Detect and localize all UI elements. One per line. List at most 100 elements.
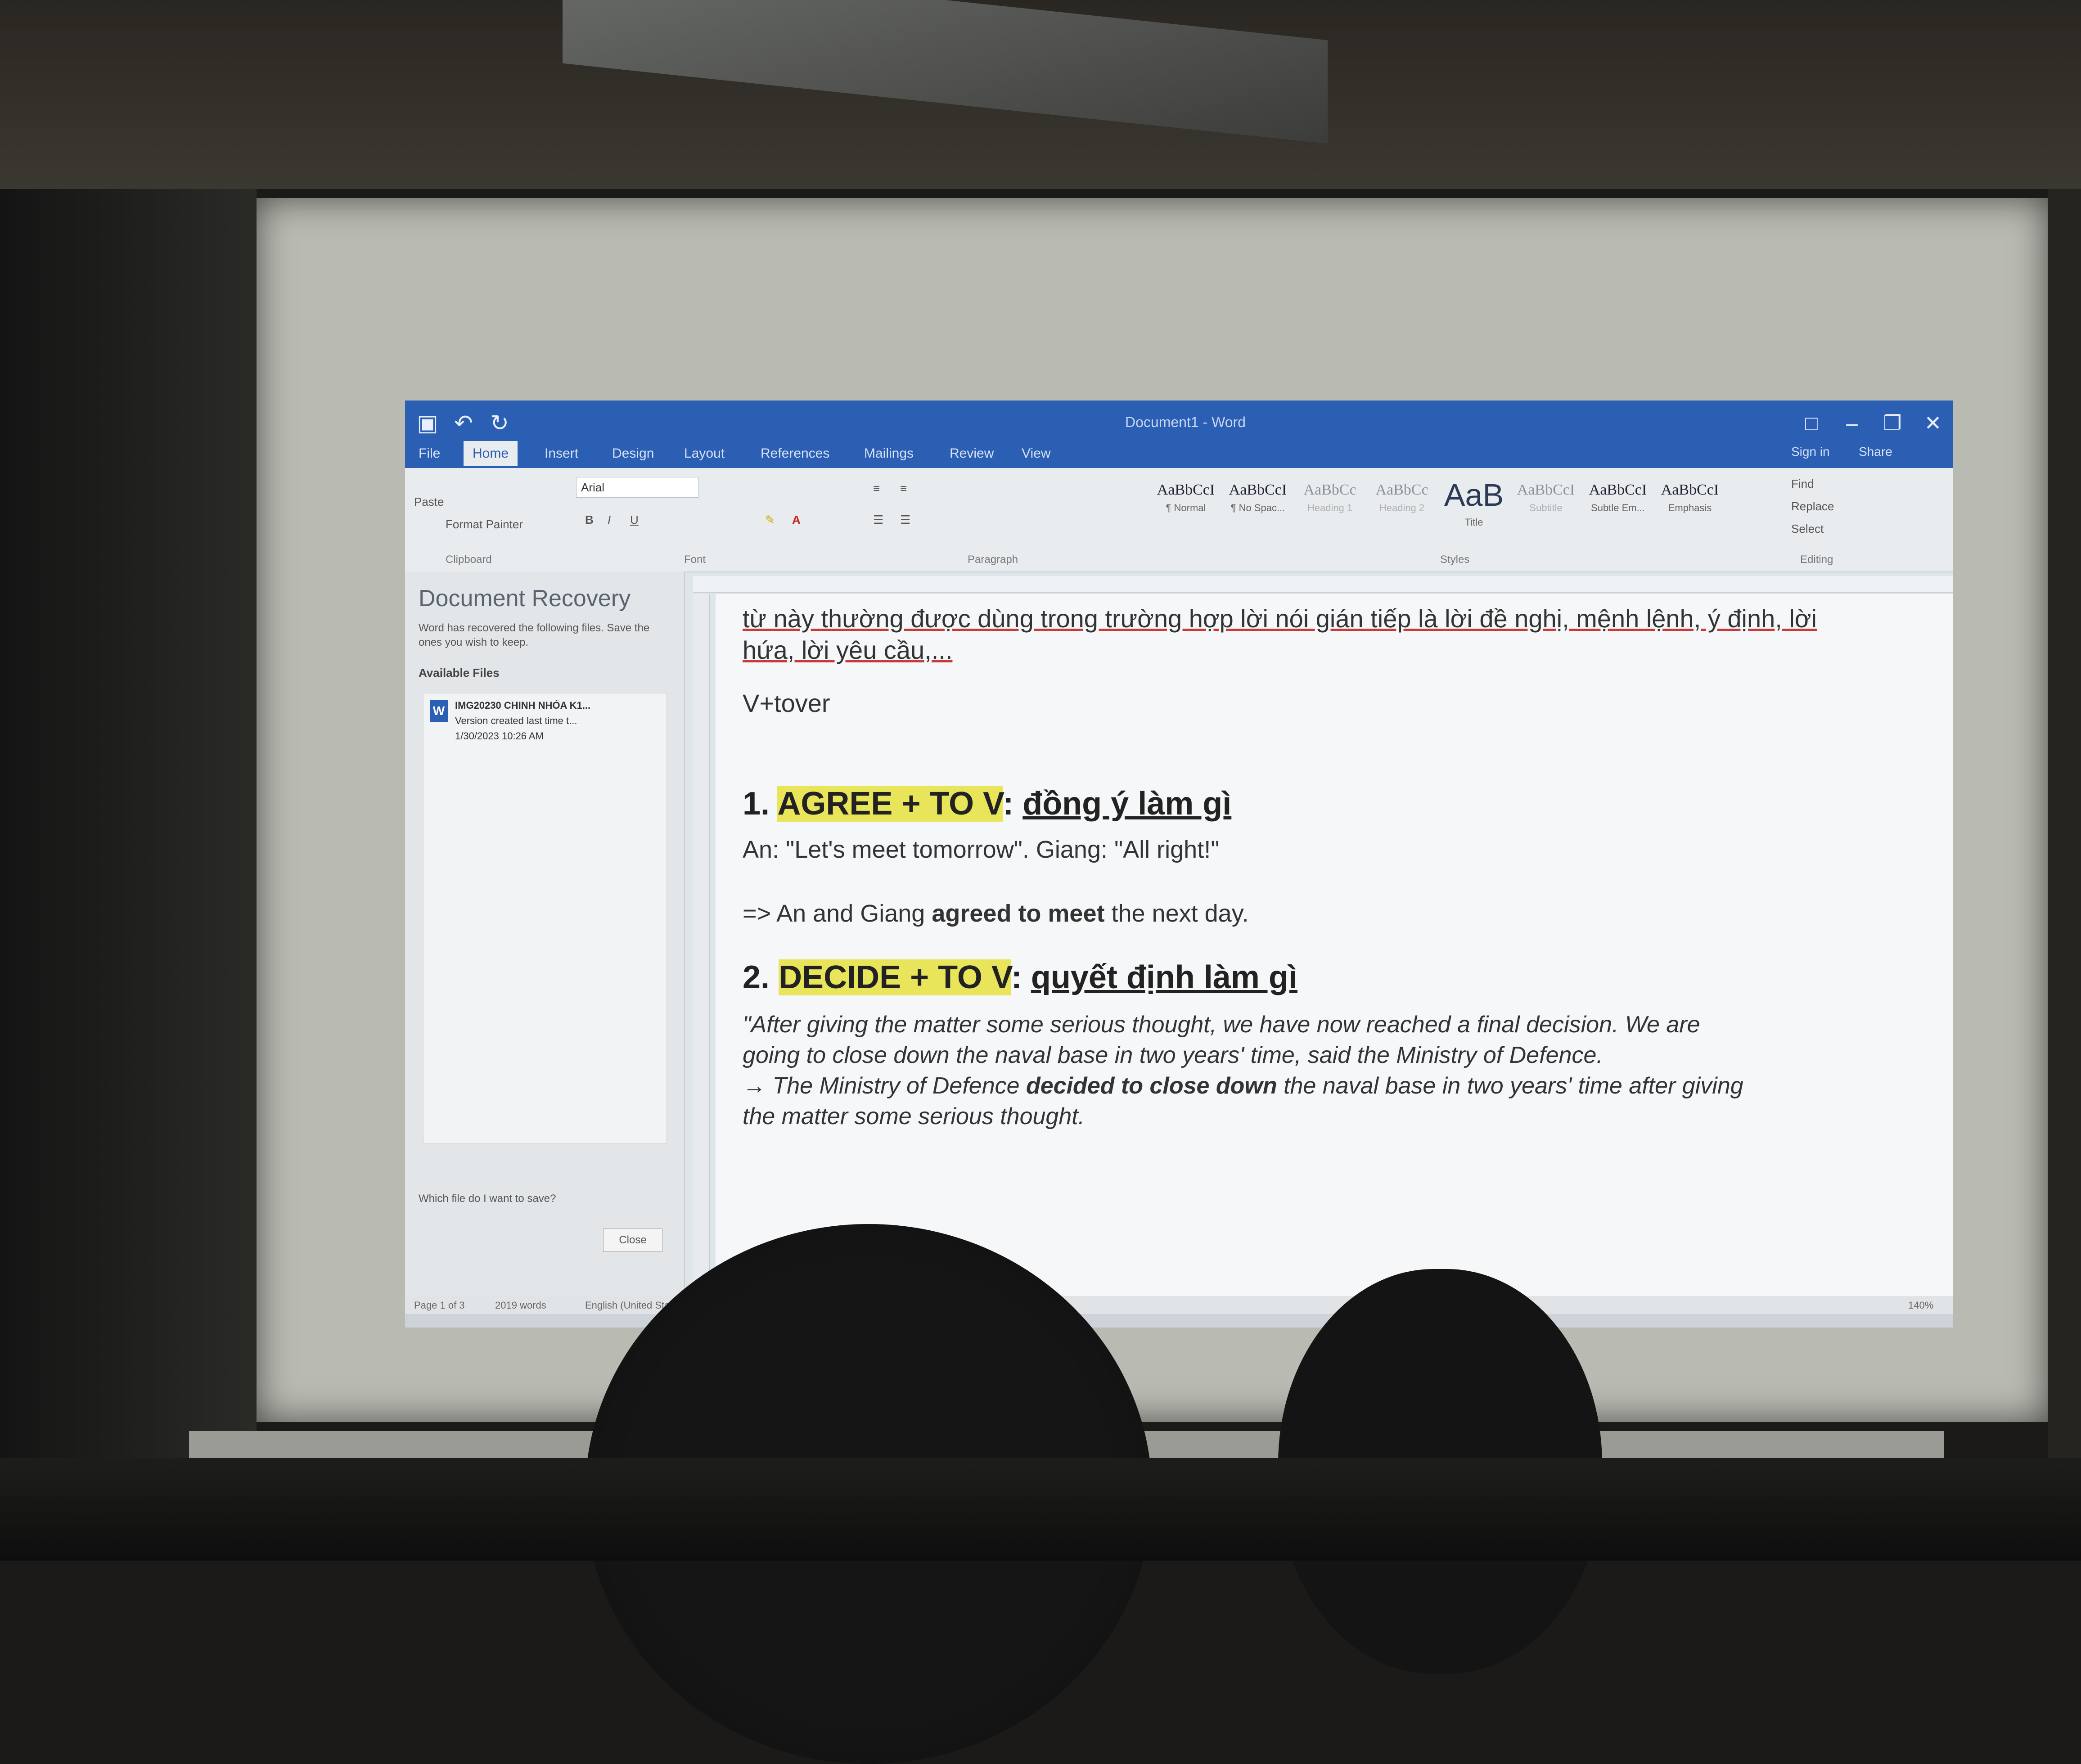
style-sample: AaBbCcI (1589, 482, 1647, 498)
tab-insert[interactable]: Insert (536, 441, 587, 466)
arrow-line-1: → The Ministry of Defence decided to clo… (743, 1071, 1895, 1101)
style-label: Heading 1 (1307, 502, 1353, 513)
result-text: => An and Giang (743, 900, 932, 927)
recovery-title: Document Recovery (419, 585, 631, 612)
recovered-file-item[interactable]: W IMG20230 CHINH NHÓA K1... Version crea… (423, 693, 667, 1144)
document-recovery-pane: Document Recovery Word has recovered the… (405, 572, 685, 1328)
group-clipboard-label: Clipboard (446, 554, 492, 566)
align-center-icon[interactable]: ☰ (900, 513, 910, 527)
result-bold: agreed to meet (932, 900, 1105, 927)
find-button[interactable]: Find (1791, 477, 1814, 491)
maximize-button[interactable]: ❐ (1872, 410, 1913, 436)
recovery-subtitle: Word has recovered the following files. … (419, 622, 650, 648)
example-agree: An: "Let's meet tomorrow". Giang: "All r… (743, 836, 1220, 863)
quote-line-1: "After giving the matter some serious th… (743, 1012, 1700, 1038)
tab-design[interactable]: Design (603, 441, 663, 466)
tab-mailings[interactable]: Mailings (855, 441, 923, 466)
underline-button[interactable]: U (630, 513, 639, 527)
style-label: ¶ No Spac... (1230, 502, 1285, 513)
vertical-ruler[interactable] (693, 594, 710, 1287)
style-sample: AaBbCcI (1517, 482, 1575, 498)
page-count[interactable]: Page 1 of 3 (414, 1300, 465, 1311)
quote-line-2: going to close down the naval base in tw… (743, 1042, 1603, 1068)
status-bar: Page 1 of 3 2019 words English (United S… (405, 1296, 1953, 1314)
tab-home[interactable]: Home (464, 441, 518, 466)
replace-button[interactable]: Replace (1791, 500, 1834, 513)
tab-review[interactable]: Review (941, 441, 1003, 466)
heading-agree: 1. AGREE + TO V: đồng ý làm gì (743, 786, 1232, 822)
available-files-label: Available Files (419, 666, 500, 680)
font-color-icon[interactable]: A (792, 513, 801, 527)
style-sample: AaBbCcI (1661, 482, 1719, 498)
vietnamese-line-2: hứa, lời yêu cầu,... (743, 636, 953, 664)
numbering-icon[interactable]: ≡ (900, 482, 907, 495)
arrow-text: → The Ministry of Defence (743, 1073, 1026, 1099)
style-normal[interactable]: AaBbCcI ¶ Normal (1152, 477, 1220, 540)
paste-button[interactable]: Paste (414, 495, 444, 509)
heading-number: 2. (743, 959, 770, 995)
style-heading2[interactable]: AaBbCc Heading 2 (1368, 477, 1436, 540)
arrow-line-2: the matter some serious thought. (743, 1103, 1085, 1130)
style-subtle-emphasis[interactable]: AaBbCcI Subtle Em... (1584, 477, 1652, 540)
style-label: Heading 2 (1379, 502, 1425, 513)
heading-highlight: DECIDE + TO V (779, 959, 1011, 995)
horizontal-ruler[interactable] (693, 576, 1953, 593)
style-label: Subtitle (1529, 502, 1563, 513)
close-button[interactable]: ✕ (1913, 410, 1953, 436)
style-subtitle[interactable]: AaBbCcI Subtitle (1512, 477, 1580, 540)
style-sample: AaB (1444, 477, 1504, 513)
highlight-icon[interactable]: ✎ (765, 513, 775, 527)
windows-taskbar (405, 1314, 1953, 1328)
style-label: Subtle Em... (1591, 502, 1645, 513)
select-button[interactable]: Select (1791, 522, 1824, 536)
recovered-file-date: 1/30/2023 10:26 AM (455, 730, 544, 742)
recovery-close-button[interactable]: Close (603, 1228, 662, 1252)
format-painter-button[interactable]: Format Painter (446, 518, 523, 531)
heading-highlight: AGREE + TO V (777, 786, 1003, 822)
arrow-text: the naval base in two years' time after … (1277, 1073, 1743, 1099)
group-editing-label: Editing (1800, 554, 1833, 566)
style-heading1[interactable]: AaBbCc Heading 1 (1296, 477, 1364, 540)
heading-vietnamese: đồng ý làm gì (1022, 786, 1232, 822)
style-no-spacing[interactable]: AaBbCcI ¶ No Spac... (1224, 477, 1292, 540)
heading-decide: 2. DECIDE + TO V: quyết định làm gì (743, 959, 1297, 995)
group-styles-label: Styles (1440, 554, 1470, 566)
zoom-level[interactable]: 140% (1908, 1300, 1933, 1311)
tab-references[interactable]: References (752, 441, 838, 466)
result-agree: => An and Giang agreed to meet the next … (743, 900, 1895, 927)
redo-icon[interactable]: ↻ (486, 410, 513, 436)
ribbon-home: Paste Format Painter Clipboard Arial B I… (405, 468, 1953, 572)
italic-button[interactable]: I (608, 513, 611, 527)
result-text: the next day. (1104, 900, 1249, 927)
document-page[interactable]: từ này thường được dùng trong trường hợp… (716, 594, 1953, 1296)
style-emphasis[interactable]: AaBbCcI Emphasis (1656, 477, 1724, 540)
style-title[interactable]: AaB Title (1440, 477, 1508, 540)
tab-view[interactable]: View (1013, 441, 1059, 466)
style-sample: AaBbCc (1375, 482, 1428, 498)
align-left-icon[interactable]: ☰ (873, 513, 883, 527)
minimize-button[interactable]: – (1832, 410, 1872, 436)
word-count[interactable]: 2019 words (495, 1300, 546, 1311)
undo-icon[interactable]: ↶ (450, 410, 477, 436)
save-icon[interactable]: ▣ (414, 410, 441, 436)
recovered-file-version: Version created last time t... (455, 715, 577, 726)
recovery-help-link[interactable]: Which file do I want to save? (419, 1192, 556, 1205)
recovered-file-name: IMG20230 CHINH NHÓA K1... (455, 700, 591, 711)
vtover-line: V+tover (743, 689, 830, 717)
heading-vietnamese: quyết định làm gì (1031, 959, 1297, 995)
bullets-icon[interactable]: ≡ (873, 482, 880, 495)
tab-file[interactable]: File (410, 441, 449, 466)
share-button[interactable]: Share (1859, 445, 1892, 459)
group-paragraph-label: Paragraph (968, 554, 1018, 566)
window-title: Document1 - Word (1125, 414, 1246, 430)
bold-button[interactable]: B (585, 513, 594, 527)
ribbon-display-icon[interactable]: □ (1791, 410, 1832, 436)
document-body[interactable]: từ này thường được dùng trong trường hợp… (743, 603, 1895, 1132)
style-sample: AaBbCcI (1229, 482, 1287, 498)
font-name-select[interactable]: Arial (576, 477, 698, 498)
style-sample: AaBbCcI (1157, 482, 1215, 498)
signin-link[interactable]: Sign in (1791, 445, 1830, 459)
tab-layout[interactable]: Layout (675, 441, 734, 466)
ribbon-tab-bar: File Home Insert Design Layout Reference… (405, 436, 1953, 468)
style-sample: AaBbCc (1303, 482, 1356, 498)
